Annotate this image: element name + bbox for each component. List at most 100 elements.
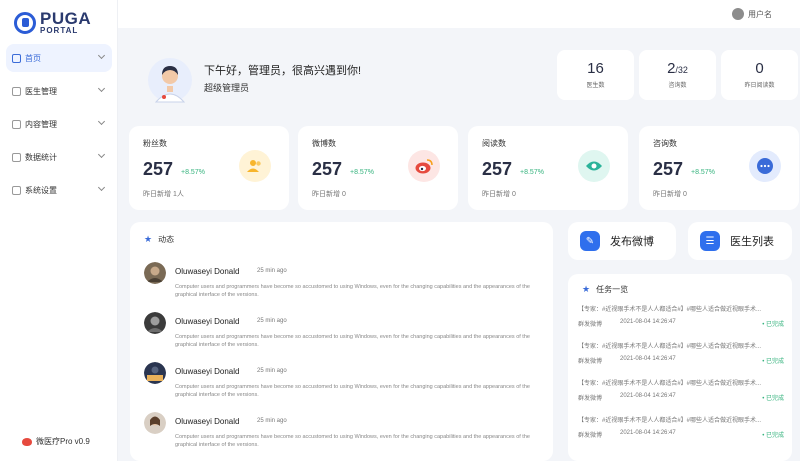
table-row[interactable]: 【专家：#近视眼手术不是人人都适合#】#哪些人适合做近视眼手术... 群发微博 … [578, 378, 786, 418]
document-icon [12, 119, 21, 129]
sidebar-item-label: 系统设置 [25, 185, 57, 195]
avatar [144, 362, 166, 384]
card-footer: 昨日新增 0 [482, 191, 516, 198]
task-source: 群发微博 [578, 433, 603, 439]
stat-value: 16 [587, 60, 604, 77]
doctor-avatar [148, 58, 192, 103]
feed-author[interactable]: Oluwaseyi Donald [175, 417, 239, 426]
stat-label: 昨日阅读数 [744, 83, 775, 89]
logo[interactable]: PUGA PORTAL [14, 10, 91, 35]
activity-feed: ★ 动态 Oluwaseyi Donald 25 min ago Compute… [130, 222, 553, 461]
stat-label: 咨询数 [668, 83, 687, 89]
feed-text: Computer users and programmers have beco… [175, 384, 530, 398]
chevron-down-icon [97, 183, 106, 192]
greeting-title: 下午好，管理员，很高兴遇到你! [204, 65, 362, 77]
table-row[interactable]: 【专家：#近视眼手术不是人人都适合#】#哪些人适合做近视眼手术... 群发微博 … [578, 415, 786, 455]
card-delta: +8.57% [691, 169, 715, 176]
list-item[interactable]: Oluwaseyi Donald 25 min ago Computer use… [144, 262, 539, 308]
sidebar-item-statistics[interactable]: 数据统计 [6, 143, 112, 171]
action-label: 医生列表 [730, 236, 774, 248]
card-consultations[interactable]: 咨询数 257 +8.57% 昨日新增 0 [639, 126, 799, 210]
task-title[interactable]: 【专家：#近视眼手术不是人人都适合#】#哪些人适合做近视眼手术... [578, 378, 786, 387]
status-badge: • 已完成 [762, 433, 784, 439]
sidebar-item-label: 医生管理 [25, 86, 57, 96]
greeting-panel: 下午好，管理员，很高兴遇到你! 超级管理员 [128, 52, 548, 110]
feed-text: Computer users and programmers have beco… [175, 284, 530, 298]
task-title[interactable]: 【专家：#近视眼手术不是人人都适合#】#哪些人适合做近视眼手术... [578, 341, 786, 350]
card-reads[interactable]: 阅读数 257 +8.57% 昨日新增 0 [468, 126, 628, 210]
users-icon [239, 150, 271, 182]
list-item[interactable]: Oluwaseyi Donald 25 min ago Computer use… [144, 362, 539, 408]
card-title: 阅读数 [482, 139, 506, 148]
sidebar-item-home[interactable]: 首页 [6, 44, 112, 72]
task-title[interactable]: 【专家：#近视眼手术不是人人都适合#】#哪些人适合做近视眼手术... [578, 304, 786, 313]
list-item[interactable]: Oluwaseyi Donald 25 min ago Computer use… [144, 412, 539, 458]
feed-text: Computer users and programmers have beco… [175, 434, 530, 448]
avatar [144, 262, 166, 284]
task-date: 2021-08-04 14:26:47 [620, 430, 676, 436]
edit-icon: ✎ [580, 231, 600, 251]
sidebar-item-doctors[interactable]: 医生管理 [6, 77, 112, 105]
tasks-title: 任务一览 [596, 285, 629, 294]
feed-time: 25 min ago [257, 268, 287, 274]
card-footer: 昨日新增 0 [653, 191, 687, 198]
sidebar: PUGA PORTAL 首页 医生管理 内容管理 数据统计 系统设置 微医疗Pr… [0, 0, 118, 461]
avatar [144, 412, 166, 434]
sidebar-item-label: 数据统计 [25, 152, 57, 162]
feed-author[interactable]: Oluwaseyi Donald [175, 367, 239, 376]
doctor-list-button[interactable]: ☰ 医生列表 [688, 222, 792, 260]
logo-subtitle: PORTAL [40, 26, 79, 35]
card-title: 粉丝数 [143, 139, 167, 148]
home-icon [12, 53, 21, 63]
task-source: 群发微博 [578, 322, 603, 328]
avatar [144, 312, 166, 334]
avatar [732, 8, 744, 20]
card-weibo[interactable]: 微博数 257 +8.57% 昨日新增 0 [298, 126, 458, 210]
card-delta: +8.57% [350, 169, 374, 176]
stat-doctors[interactable]: 16 医生数 [557, 50, 634, 100]
stat-label: 医生数 [586, 83, 605, 89]
feed-time: 25 min ago [257, 418, 287, 424]
task-overview: ★ 任务一览 【专家：#近视眼手术不是人人都适合#】#哪些人适合做近视眼手术..… [568, 274, 792, 461]
feed-author[interactable]: Oluwaseyi Donald [175, 267, 239, 276]
stat-consultations[interactable]: 2/32 咨询数 [639, 50, 716, 100]
star-icon: ★ [144, 234, 153, 244]
app-version: 微医疗Pro v0.9 [22, 436, 90, 447]
logo-icon [14, 11, 36, 34]
card-value: 257 [482, 159, 513, 179]
card-value: 257 [143, 159, 174, 179]
status-badge: • 已完成 [762, 359, 784, 365]
card-fans[interactable]: 粉丝数 257 +8.57% 昨日新增 1人 [129, 126, 289, 210]
sidebar-item-label: 内容管理 [25, 119, 57, 129]
card-value: 257 [653, 159, 684, 179]
status-badge: • 已完成 [762, 322, 784, 328]
weibo-icon [408, 150, 440, 182]
feed-author[interactable]: Oluwaseyi Donald [175, 317, 239, 326]
user-menu[interactable]: 用户名 [732, 8, 772, 20]
card-footer: 昨日新增 0 [312, 191, 346, 198]
task-date: 2021-08-04 14:26:47 [620, 319, 676, 325]
sidebar-item-settings[interactable]: 系统设置 [6, 176, 112, 204]
user-role: 超级管理员 [204, 83, 250, 93]
task-date: 2021-08-04 14:26:47 [620, 356, 676, 362]
card-title: 咨询数 [653, 139, 677, 148]
table-row[interactable]: 【专家：#近视眼手术不是人人都适合#】#哪些人适合做近视眼手术... 群发微博 … [578, 341, 786, 381]
sidebar-item-label: 首页 [25, 53, 41, 63]
publish-weibo-button[interactable]: ✎ 发布微博 [568, 222, 676, 260]
stat-reads-yesterday[interactable]: 0 昨日阅读数 [721, 50, 798, 100]
table-row[interactable]: 【专家：#近视眼手术不是人人都适合#】#哪些人适合做近视眼手术... 群发微博 … [578, 304, 786, 344]
list-item[interactable]: Oluwaseyi Donald 25 min ago Computer use… [144, 312, 539, 358]
card-delta: +8.57% [520, 169, 544, 176]
feed-header: ★ 动态 [144, 234, 174, 245]
user-icon [12, 86, 21, 96]
feed-time: 25 min ago [257, 318, 287, 324]
sidebar-item-content[interactable]: 内容管理 [6, 110, 112, 138]
weibo-icon [22, 437, 32, 446]
status-badge: • 已完成 [762, 396, 784, 402]
logo-title: PUGA [40, 9, 92, 28]
list-icon: ☰ [700, 231, 720, 251]
card-footer: 昨日新增 1人 [143, 191, 184, 198]
star-icon: ★ [582, 284, 591, 294]
chevron-down-icon [97, 117, 106, 126]
task-title[interactable]: 【专家：#近视眼手术不是人人都适合#】#哪些人适合做近视眼手术... [578, 415, 786, 424]
